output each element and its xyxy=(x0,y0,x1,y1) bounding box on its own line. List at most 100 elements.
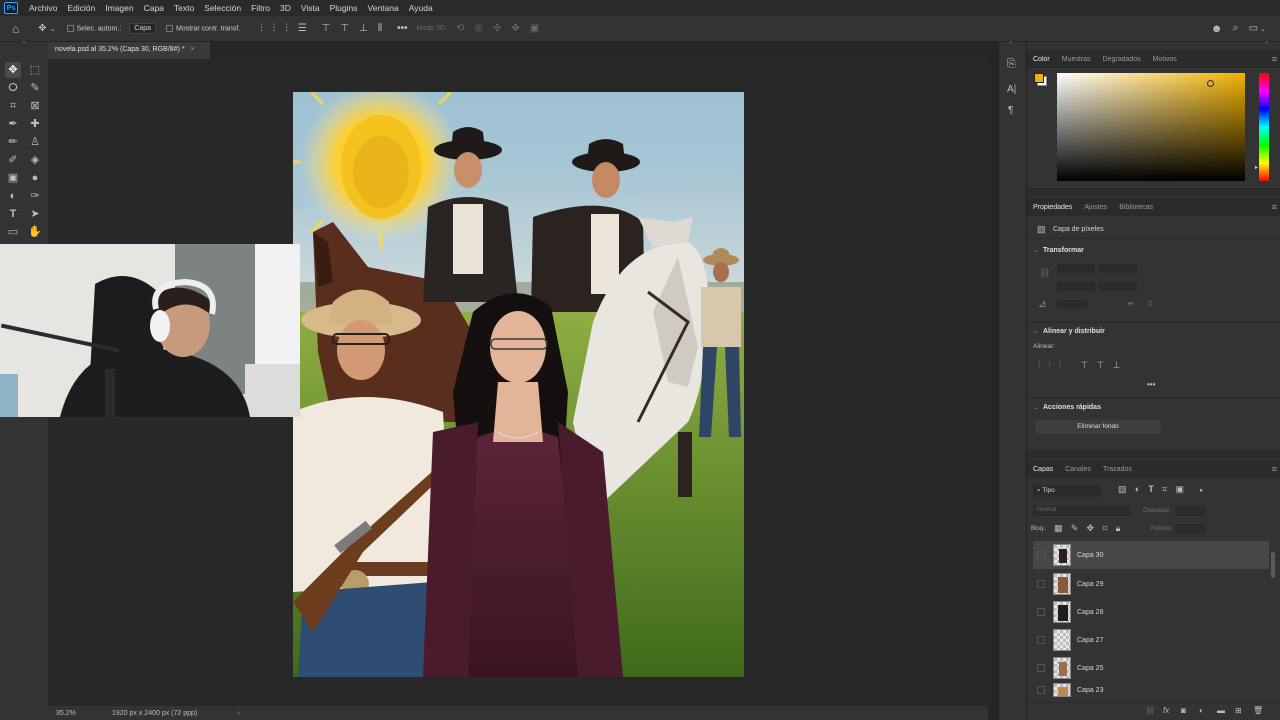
align-middle-icon[interactable]: ⊤ xyxy=(340,23,349,34)
panel-menu-icon[interactable]: ≡ xyxy=(1272,202,1277,212)
blend-mode-dropdown[interactable]: Normal xyxy=(1033,506,1131,516)
lock-all-icon[interactable]: 🔒︎ xyxy=(1116,523,1121,534)
frame-tool-icon[interactable]: ⊠ xyxy=(27,98,43,114)
align-vertical-centers-icon[interactable]: ⊤ xyxy=(1097,360,1105,371)
more-align-options-icon[interactable]: ••• xyxy=(1147,380,1155,389)
filter-toggle-icon[interactable]: ● xyxy=(1199,488,1203,494)
layer-name[interactable]: Capa 27 xyxy=(1077,637,1103,644)
show-transform-checkbox[interactable] xyxy=(166,24,173,32)
menu-filtro[interactable]: Filtro xyxy=(246,3,275,13)
type-tool-icon[interactable]: T xyxy=(5,206,21,222)
visibility-toggle[interactable] xyxy=(1037,551,1045,559)
menu-capa[interactable]: Capa xyxy=(139,3,169,13)
layer-row[interactable]: Capa 30 xyxy=(1033,541,1269,569)
layer-row[interactable]: Capa 27 xyxy=(1033,626,1269,654)
panel-collapse-icon[interactable]: « xyxy=(1265,40,1268,46)
pen-tool-icon[interactable]: ✑ xyxy=(27,188,43,204)
align-hcenter-icon[interactable]: ☰ xyxy=(298,23,307,34)
lock-position-icon[interactable]: ✥ xyxy=(1087,523,1095,534)
menu-3d[interactable]: 3D xyxy=(275,3,296,13)
visibility-toggle[interactable] xyxy=(1037,580,1045,588)
history-panel-icon[interactable]: ⎘ xyxy=(1007,58,1016,71)
hand-tool-icon[interactable]: ✋ xyxy=(27,224,43,240)
menu-ayuda[interactable]: Ayuda xyxy=(404,3,438,13)
layer-name[interactable]: Capa 30 xyxy=(1077,552,1103,559)
align-right-edges-icon[interactable]: ⫶ xyxy=(1059,360,1061,371)
layer-style-icon[interactable]: fx xyxy=(1163,706,1169,715)
menu-edicion[interactable]: Edición xyxy=(62,3,100,13)
align-bottom-icon[interactable]: ⊥ xyxy=(359,23,368,34)
tab-capas[interactable]: Capas xyxy=(1027,466,1059,473)
chevron-down-icon[interactable]: ⌄ xyxy=(50,25,56,33)
strip-collapse-icon[interactable]: » xyxy=(1009,40,1012,46)
align-bottom-edges-icon[interactable]: ⊥ xyxy=(1113,360,1121,371)
distribute-icon[interactable]: ⫴ xyxy=(378,23,382,34)
layer-row[interactable]: Capa 25 xyxy=(1033,654,1269,682)
hue-slider-handle[interactable]: ▸ xyxy=(1255,164,1258,171)
layer-name[interactable]: Capa 29 xyxy=(1077,581,1103,588)
quick-actions-chevron-icon[interactable]: ⌄ xyxy=(1033,404,1038,411)
hue-slider[interactable] xyxy=(1259,73,1269,181)
layer-row[interactable]: Capa 28 xyxy=(1033,598,1269,626)
lock-pixels-icon[interactable]: ✎ xyxy=(1071,523,1079,534)
lock-artboard-icon[interactable]: ⌗ xyxy=(1102,523,1107,534)
transform-section-title[interactable]: Transformar xyxy=(1043,247,1084,254)
menu-seleccion[interactable]: Selección xyxy=(199,3,246,13)
stamp-tool-icon[interactable]: ♙ xyxy=(27,134,43,150)
x-field[interactable] xyxy=(1099,264,1137,273)
workspace-icon[interactable]: ▭ xyxy=(1249,23,1258,34)
healing-tool-icon[interactable]: ✚ xyxy=(27,116,43,132)
y-field[interactable] xyxy=(1099,282,1137,291)
flip-vertical-icon[interactable]: ⇳ xyxy=(1147,299,1154,308)
tab-ajustes[interactable]: Ajustes xyxy=(1078,204,1113,211)
search-icon[interactable]: ⌕ xyxy=(1233,22,1239,35)
eyedropper-tool-icon[interactable]: ✒ xyxy=(5,116,21,132)
align-left-edges-icon[interactable]: ⫶ xyxy=(1038,360,1040,371)
menu-ventana[interactable]: Ventana xyxy=(363,3,404,13)
opacity-field[interactable] xyxy=(1175,506,1205,516)
link-icon[interactable]: ⛓ xyxy=(1039,268,1050,279)
dodge-tool-icon[interactable]: ◐ xyxy=(5,188,21,204)
blur-tool-icon[interactable]: ● xyxy=(27,170,43,186)
close-icon[interactable]: × xyxy=(191,46,195,53)
layer-filter-dropdown[interactable]: ⌕ Tipo xyxy=(1033,485,1101,497)
more-options-icon[interactable]: ••• xyxy=(397,23,408,34)
menu-plugins[interactable]: Plugins xyxy=(325,3,363,13)
move-tool-icon[interactable]: ✥ xyxy=(5,62,21,78)
tab-propiedades[interactable]: Propiedades xyxy=(1027,204,1078,211)
quick-actions-title[interactable]: Acciones rápidas xyxy=(1043,404,1101,411)
new-group-icon[interactable]: ▬ xyxy=(1217,706,1225,715)
visibility-toggle[interactable] xyxy=(1037,686,1045,694)
document-tab[interactable]: novela.psd al 35.2% (Capa 30, RGB/8#) * … xyxy=(48,42,210,59)
crop-tool-icon[interactable]: ⌗ xyxy=(5,98,21,114)
tab-color[interactable]: Color xyxy=(1027,56,1056,63)
panel-menu-icon[interactable]: ≡ xyxy=(1272,54,1277,64)
tab-muestras[interactable]: Muestras xyxy=(1056,56,1097,63)
layer-row[interactable]: Capa 29 xyxy=(1033,570,1269,598)
lock-transparency-icon[interactable]: ▦ xyxy=(1054,523,1063,534)
status-arrow-icon[interactable]: › xyxy=(237,710,239,717)
align-right-icon[interactable]: ⫶ xyxy=(285,23,288,34)
quick-select-tool-icon[interactable]: ✎ xyxy=(27,80,43,96)
add-mask-icon[interactable]: ◙ xyxy=(1181,706,1186,715)
filter-smart-object-icon[interactable]: ▣ xyxy=(1175,484,1184,495)
document-info[interactable]: 1920 px x 2400 px (72 ppp) xyxy=(112,710,197,717)
path-select-tool-icon[interactable]: ➤ xyxy=(27,206,43,222)
tab-motivos[interactable]: Motivos xyxy=(1147,56,1183,63)
align-horizontal-centers-icon[interactable]: ⫶ xyxy=(1049,360,1051,371)
tab-canales[interactable]: Canales xyxy=(1059,466,1097,473)
color-field[interactable] xyxy=(1057,73,1245,181)
transform-chevron-icon[interactable]: ⌄ xyxy=(1033,247,1038,254)
document-canvas-image[interactable] xyxy=(293,92,744,677)
adjustment-layer-icon[interactable]: ◐ xyxy=(1199,706,1204,715)
filter-adjustment-icon[interactable]: ◐ xyxy=(1135,484,1140,494)
fill-field[interactable] xyxy=(1175,524,1205,534)
layer-name[interactable]: Capa 25 xyxy=(1077,665,1103,672)
move-tool-icon[interactable]: ✥ xyxy=(38,23,46,34)
color-picker-cursor[interactable] xyxy=(1207,80,1214,87)
auto-select-dropdown[interactable]: Capa xyxy=(129,23,156,34)
foreground-color-swatch[interactable] xyxy=(1034,73,1044,83)
new-layer-icon[interactable]: ⊞ xyxy=(1235,706,1242,715)
width-field[interactable] xyxy=(1057,264,1095,273)
filter-type-icon[interactable]: T xyxy=(1148,484,1154,494)
